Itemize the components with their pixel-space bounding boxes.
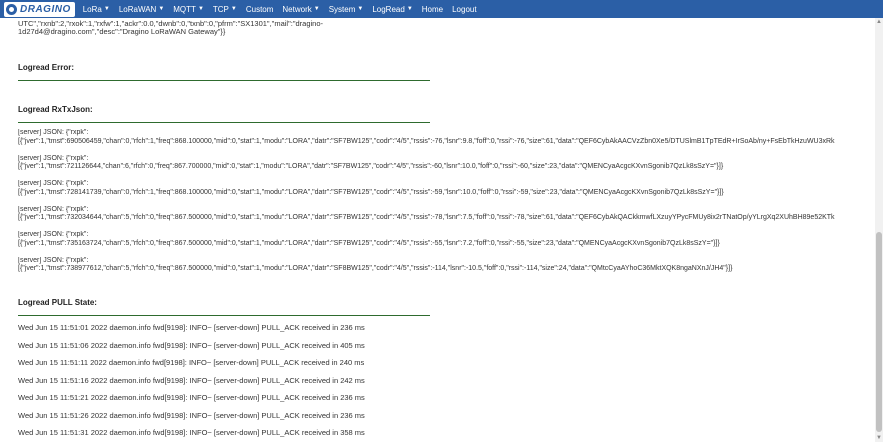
caret-down-icon: ▼ — [313, 6, 320, 12]
rxtxjson-entry: [server] JSON: {"rxpk": [{"jver":1,"tmst"… — [18, 206, 883, 223]
caret-down-icon: ▼ — [197, 6, 204, 12]
logread-rxtxjson-title: Logread RxTxJson: — [18, 105, 93, 114]
nav-item-system[interactable]: System ▼ — [329, 5, 373, 14]
rxtxjson-prefix: [server] JSON: {"rxpk": — [18, 205, 89, 213]
logread-error-title: Logread Error: — [18, 63, 75, 72]
section-divider — [18, 80, 430, 81]
logread-pull-state-title: Logread PULL State: — [18, 298, 97, 307]
caret-down-icon: ▼ — [406, 6, 413, 12]
pull-state-line: Wed Jun 15 11:51:26 2022 daemon.info fwd… — [18, 410, 365, 420]
rxtxjson-prefix: [server] JSON: {"rxpk": — [18, 154, 89, 162]
nav-item-lora[interactable]: LoRa ▼ — [83, 5, 119, 14]
nav-item-label: Custom — [245, 4, 274, 14]
brand-name: DRAGINO — [20, 3, 71, 15]
pull-state-line: Wed Jun 15 11:51:31 2022 daemon.info fwd… — [18, 428, 365, 437]
pull-state-line: Wed Jun 15 11:51:21 2022 daemon.info fwd… — [18, 393, 365, 402]
rxtxjson-entry: [server] JSON: {"rxpk": [{"jver":1,"tmst"… — [18, 180, 883, 197]
nav-item-network[interactable]: Network ▼ — [282, 5, 328, 14]
nav-item-label: LoRa — [82, 4, 102, 14]
pull-state-line: Wed Jun 15 11:51:01 2022 daemon.info fwd… — [18, 323, 365, 332]
rxtxjson-prefix: [server] JSON: {"rxpk": — [18, 129, 89, 136]
nav-item-home[interactable]: Home — [422, 5, 452, 14]
rxtxjson-body: [{"jver":1,"tmst":732034644,"chan":5,"rf… — [18, 214, 835, 221]
pull-state-line: Wed Jun 15 11:51:16 2022 daemon.info fwd… — [18, 375, 365, 385]
section-divider — [18, 315, 430, 316]
log-text-line: 1d27d4@dragino.com","desc":"Dragino LoRa… — [18, 27, 226, 36]
rxtxjson-entry: [server] JSON: {"rxpk": [{"jver":1,"tmst"… — [18, 231, 883, 248]
nav-item-label: System — [328, 4, 356, 14]
rxtxjson-entry: [server] JSON: {"rxpk": [{"jver":1,"tmst"… — [18, 257, 883, 274]
nav-item-custom[interactable]: Custom — [246, 5, 283, 14]
rxtxjson-body: [{"jver":1,"tmst":690506459,"chan":0,"rf… — [18, 137, 835, 145]
pull-state-line: Wed Jun 15 11:51:11 2022 daemon.info fwd… — [18, 358, 365, 367]
rxtxjson-prefix: [server] JSON: {"rxpk": — [18, 180, 89, 187]
nav-item-label: Logout — [452, 4, 477, 14]
nav-item-label: Home — [421, 4, 444, 14]
log-text-top: UTC","rxnb":2,"rxok":1,"rxfw":1,"ackr":0… — [18, 20, 323, 36]
rxtxjson-prefix: [server] JSON: {"rxpk": — [18, 256, 89, 264]
rxtxjson-body: [{"jver":1,"tmst":721126644,"chan":6,"rf… — [18, 163, 724, 170]
scroll-down-icon[interactable]: ▼ — [875, 434, 883, 442]
caret-down-icon: ▼ — [103, 6, 110, 12]
nav-item-logout[interactable]: Logout — [452, 5, 485, 14]
rxtxjson-body: [{"jver":1,"tmst":738977612,"chan":5,"rf… — [18, 265, 733, 272]
rxtxjson-body: [{"jver":1,"tmst":728141739,"chan":0,"rf… — [18, 188, 724, 196]
scroll-up-icon[interactable]: ▲ — [875, 18, 883, 26]
nav-item-lorawan[interactable]: LoRaWAN ▼ — [119, 5, 173, 14]
nav-item-label: Network — [282, 4, 312, 14]
nav-item-label: MQTT — [173, 4, 196, 14]
rxtxjson-entry: [server] JSON: {"rxpk": [{"jver":1,"tmst"… — [18, 155, 883, 172]
page-scrollbar[interactable]: ▲ ▼ — [875, 18, 883, 442]
section-divider — [18, 122, 430, 123]
nav-item-mqtt[interactable]: MQTT ▼ — [173, 5, 213, 14]
log-content: UTC","rxnb":2,"rxok":1,"rxfw":1,"ackr":0… — [18, 18, 883, 442]
nav-item-label: LoRaWAN — [118, 4, 157, 14]
dragino-logo[interactable]: DRAGINO — [4, 1, 75, 17]
caret-down-icon: ▼ — [357, 6, 364, 12]
nav-item-tcp[interactable]: TCP ▼ — [213, 5, 246, 14]
main-menu: LoRa ▼ LoRaWAN ▼ MQTT ▼ TCP ▼ Custom Network ▼ Syst… — [83, 5, 486, 14]
dragino-logo-icon — [6, 3, 17, 15]
caret-down-icon: ▼ — [158, 6, 165, 12]
rxtxjson-body: [{"jver":1,"tmst":735163724,"chan":5,"rf… — [18, 239, 720, 247]
nav-item-label: TCP — [212, 4, 229, 14]
pull-state-line: Wed Jun 15 11:51:06 2022 daemon.info fwd… — [18, 340, 365, 350]
top-navbar: DRAGINO LoRa ▼ LoRaWAN ▼ MQTT ▼ TCP ▼ Custom Netw… — [0, 0, 883, 18]
scrollbar-thumb[interactable] — [876, 232, 882, 432]
nav-item-label: LogRead — [372, 4, 405, 14]
caret-down-icon: ▼ — [230, 6, 237, 12]
rxtxjson-entry: [server] JSON: {"rxpk": [{"jver":1,"tmst"… — [18, 129, 883, 146]
nav-item-logread[interactable]: LogRead ▼ — [372, 5, 421, 14]
rxtxjson-prefix: [server] JSON: {"rxpk": — [18, 231, 89, 238]
